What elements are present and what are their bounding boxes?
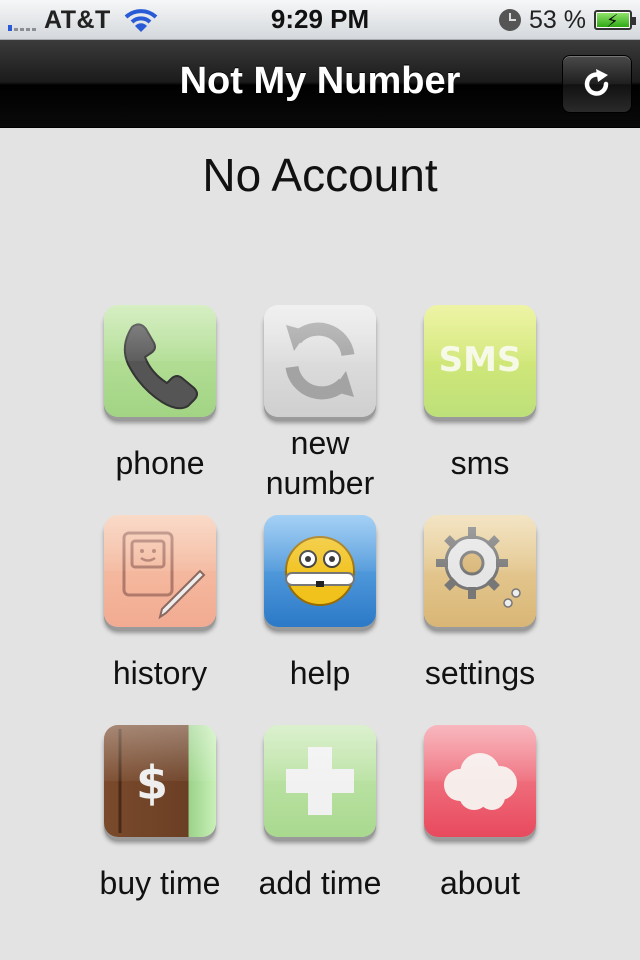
- nav-title: Not My Number: [179, 60, 461, 102]
- battery-icon: ⚡: [594, 10, 636, 31]
- navigation-bar: Not My Number: [0, 40, 640, 128]
- status-bar: AT&T 9:29 PM 53 % ⚡: [0, 0, 640, 40]
- battery-percent: 53 %: [529, 5, 586, 34]
- tile-label: settings: [424, 655, 536, 691]
- refresh-icon: [584, 69, 609, 96]
- tile-label: about: [439, 865, 521, 901]
- plus-icon: [264, 725, 376, 837]
- tile-label: sms: [450, 445, 510, 481]
- clock-icon: [499, 9, 522, 31]
- status-right: 53 % ⚡: [499, 5, 636, 35]
- gear-icon: [424, 515, 536, 627]
- refresh-button[interactable]: [562, 55, 632, 113]
- dollar-book-icon: $: [104, 725, 216, 837]
- refresh-arrows-icon: [264, 305, 376, 417]
- svg-text:$: $: [136, 756, 168, 810]
- sms-icon: SMS: [424, 305, 536, 417]
- phone-icon: [104, 305, 216, 417]
- smiley-icon: [264, 515, 376, 627]
- history-icon: [104, 515, 216, 627]
- charging-bolt-icon: ⚡: [606, 11, 619, 31]
- cloud-icon: [424, 725, 536, 837]
- account-status: No Account: [202, 149, 438, 201]
- svg-text:SMS: SMS: [439, 340, 522, 380]
